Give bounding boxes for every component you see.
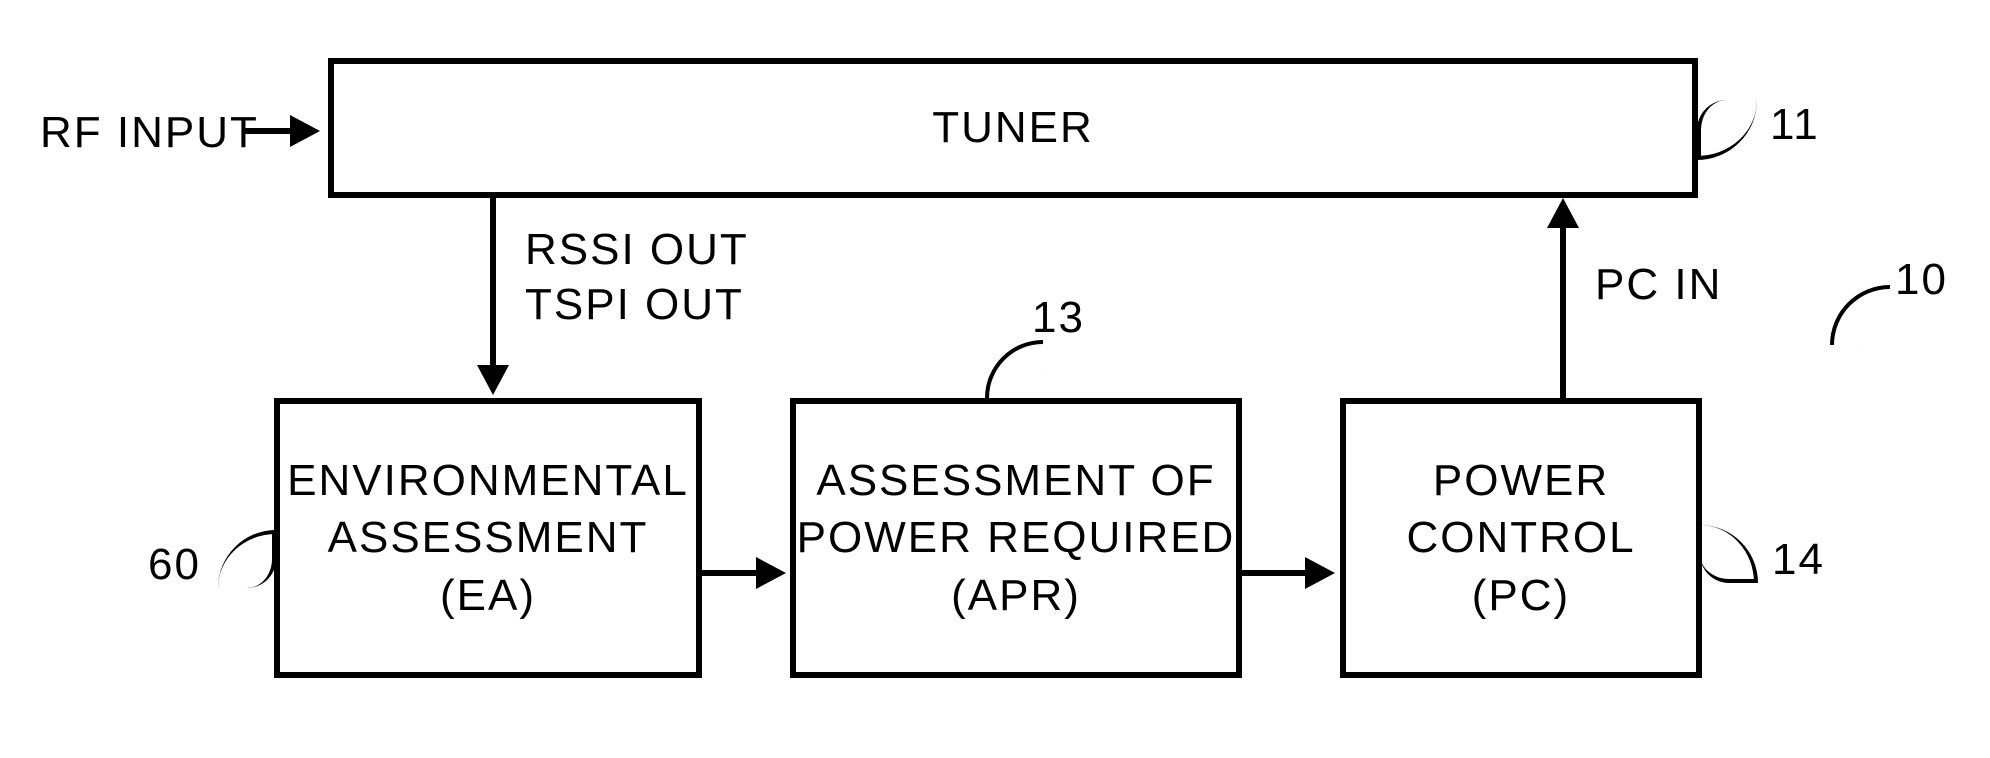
tuner-to-ea-arrow-head [477, 365, 509, 395]
ea-ref-label: 60 [148, 540, 201, 590]
ea-box: ENVIRONMENTAL ASSESSMENT (EA) [274, 398, 702, 678]
ea-line2: ASSESSMENT [328, 513, 649, 562]
ea-to-apr-arrow-line [702, 570, 762, 576]
ea-ref-curve [218, 530, 276, 588]
pc-ref-label: 14 [1772, 535, 1825, 585]
pc-ref-curve [1700, 525, 1758, 583]
rf-input-label: RF INPUT [40, 108, 259, 158]
pc-line2: CONTROL [1406, 513, 1635, 562]
pc-content: POWER CONTROL (PC) [1406, 452, 1635, 624]
apr-line3: (APR) [951, 571, 1081, 620]
pc-to-tuner-arrow-head [1547, 198, 1579, 228]
pc-in-label: PC IN [1595, 260, 1722, 310]
system-ref-curve [1830, 285, 1890, 345]
apr-line2: POWER REQUIRED [797, 513, 1236, 562]
apr-content: ASSESSMENT OF POWER REQUIRED (APR) [797, 452, 1236, 624]
ea-to-apr-arrow-head [756, 557, 786, 589]
system-ref-label: 10 [1895, 255, 1948, 305]
rf-input-arrow-head [290, 115, 320, 147]
ea-line3: (EA) [440, 571, 536, 620]
apr-ref-curve [985, 340, 1043, 398]
pc-to-tuner-arrow-line [1560, 228, 1566, 398]
rf-input-arrow-line [245, 128, 295, 134]
ea-line1: ENVIRONMENTAL [287, 456, 689, 505]
apr-line1: ASSESSMENT OF [816, 456, 1215, 505]
pc-line3: (PC) [1472, 571, 1570, 620]
apr-to-pc-arrow-head [1305, 557, 1335, 589]
apr-ref-label: 13 [1032, 293, 1085, 343]
rssi-out-label: RSSI OUT [525, 225, 749, 275]
tuner-ref-label: 11 [1770, 100, 1820, 150]
tuner-box: TUNER [328, 58, 1698, 198]
tspi-out-label: TSPI OUT [525, 280, 744, 330]
ea-content: ENVIRONMENTAL ASSESSMENT (EA) [287, 452, 689, 624]
tuner-to-ea-arrow-line [490, 198, 496, 373]
apr-to-pc-arrow-line [1242, 570, 1312, 576]
apr-box: ASSESSMENT OF POWER REQUIRED (APR) [790, 398, 1242, 678]
pc-box: POWER CONTROL (PC) [1340, 398, 1702, 678]
pc-line1: POWER [1433, 456, 1609, 505]
tuner-ref-curve [1697, 100, 1757, 160]
tuner-label: TUNER [932, 99, 1094, 156]
